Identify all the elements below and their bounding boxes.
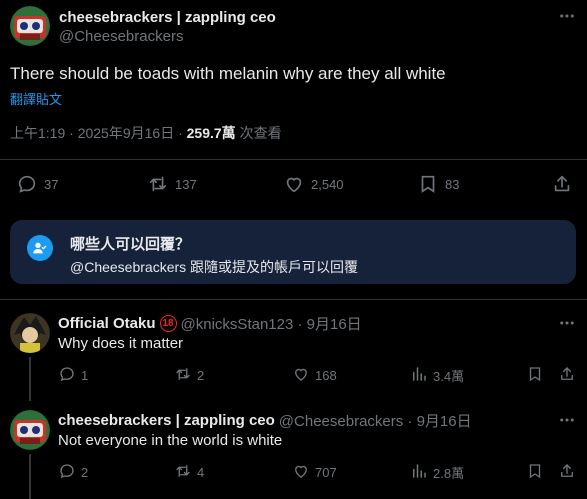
reply-avatar[interactable] xyxy=(10,410,50,450)
reply-button[interactable]: 2 xyxy=(58,462,88,482)
view-label: 次查看 xyxy=(235,125,282,141)
bookmark-icon xyxy=(526,462,544,483)
reply-author-name[interactable]: Official Otaku xyxy=(58,315,156,332)
who-can-reply-notice: 哪些人可以回覆？ @Cheesebrackers 跟隨或提及的帳戶可以回覆 xyxy=(10,220,576,284)
age-badge: 18 xyxy=(159,315,177,332)
like-button[interactable]: 707 xyxy=(292,462,337,482)
repost-count: 137 xyxy=(175,176,197,192)
reply-button[interactable]: 1 xyxy=(58,365,88,385)
reply-text: Not everyone in the world is white xyxy=(58,432,283,449)
view-count: 259.7萬 xyxy=(186,125,236,141)
reply-count: 1 xyxy=(81,367,89,383)
repost-icon xyxy=(174,462,192,483)
like-button[interactable]: 168 xyxy=(292,365,337,385)
post-meta: 上午1:19 · 2025年9月16日 · 259.7萬 次查看 xyxy=(10,123,282,143)
like-icon xyxy=(283,173,305,195)
thread-line xyxy=(29,454,31,499)
post-text: There should be toads with melanin why a… xyxy=(10,64,446,83)
reply-item[interactable]: Official Otaku 18 @knicksStan123 · 9月16日… xyxy=(10,313,577,393)
author-name[interactable]: cheesebrackers | zappling ceo xyxy=(59,9,276,26)
author-avatar[interactable] xyxy=(10,6,50,46)
reply-avatar[interactable] xyxy=(10,313,50,353)
share-button[interactable] xyxy=(558,365,576,385)
like-button[interactable]: 2,540 xyxy=(283,172,344,196)
reply-item[interactable]: cheesebrackers | zappling ceo @Cheesebra… xyxy=(10,410,577,490)
reply-header: cheesebrackers | zappling ceo @Cheesebra… xyxy=(58,410,472,431)
bookmark-icon xyxy=(526,365,544,386)
post-actions: 37 137 2,540 83 xyxy=(10,172,577,196)
divider xyxy=(0,159,587,160)
views-button[interactable]: 3.4萬 xyxy=(410,365,464,385)
views-icon xyxy=(410,462,428,483)
repost-icon xyxy=(147,173,169,195)
post-timestamp[interactable]: 上午1:19 · 2025年9月16日 · xyxy=(10,125,187,141)
bookmark-icon xyxy=(417,173,439,195)
reply-header: Official Otaku 18 @knicksStan123 · 9月16日 xyxy=(58,313,362,334)
reply-count: 2 xyxy=(81,464,89,480)
reply-meta[interactable]: @knicksStan123 · 9月16日 xyxy=(181,313,362,334)
more-icon[interactable] xyxy=(557,6,577,26)
author-handle[interactable]: @Cheesebrackers xyxy=(59,28,183,45)
like-count: 707 xyxy=(315,464,337,480)
reply-actions: 1 2 168 3.4萬 xyxy=(58,365,577,385)
share-button[interactable] xyxy=(551,172,573,196)
repost-icon xyxy=(174,365,192,386)
like-icon xyxy=(292,365,310,386)
repost-count: 2 xyxy=(197,367,205,383)
who-can-reply-title: 哪些人可以回覆？ xyxy=(70,236,191,253)
who-can-reply-subtitle: @Cheesebrackers 跟隨或提及的帳戶可以回覆 xyxy=(70,259,359,275)
reply-count: 37 xyxy=(44,176,59,192)
bookmark-button[interactable] xyxy=(526,365,544,385)
share-icon xyxy=(558,462,576,483)
repost-count: 4 xyxy=(197,464,205,480)
reply-actions: 2 4 707 2.8萬 xyxy=(58,462,577,482)
views-count: 3.4萬 xyxy=(433,368,465,384)
like-icon xyxy=(292,462,310,483)
person-check-icon xyxy=(27,235,53,261)
main-post-header: cheesebrackers | zappling ceo @Cheesebra… xyxy=(10,6,577,50)
thread-line xyxy=(29,357,31,401)
views-button[interactable]: 2.8萬 xyxy=(410,462,464,482)
reply-icon xyxy=(58,462,76,483)
bookmark-button[interactable]: 83 xyxy=(417,172,459,196)
repost-button[interactable]: 137 xyxy=(147,172,197,196)
views-count: 2.8萬 xyxy=(433,465,465,481)
share-button[interactable] xyxy=(558,462,576,482)
reply-icon xyxy=(16,173,38,195)
more-icon[interactable] xyxy=(557,313,577,333)
translate-link[interactable]: 翻譯貼文 xyxy=(10,89,62,108)
like-count: 2,540 xyxy=(311,176,344,192)
views-icon xyxy=(410,365,428,386)
bookmark-count: 83 xyxy=(445,176,460,192)
reply-meta[interactable]: @Cheesebrackers · 9月16日 xyxy=(279,410,472,431)
like-count: 168 xyxy=(315,367,337,383)
repost-button[interactable]: 2 xyxy=(174,365,204,385)
reply-text: Why does it matter xyxy=(58,335,184,352)
reply-icon xyxy=(58,365,76,386)
share-icon xyxy=(551,173,573,195)
bookmark-button[interactable] xyxy=(526,462,544,482)
reply-author-name[interactable]: cheesebrackers | zappling ceo xyxy=(58,412,275,429)
share-icon xyxy=(558,365,576,386)
more-icon[interactable] xyxy=(557,410,577,430)
repost-button[interactable]: 4 xyxy=(174,462,204,482)
reply-button[interactable]: 37 xyxy=(16,172,58,196)
divider xyxy=(0,299,587,300)
